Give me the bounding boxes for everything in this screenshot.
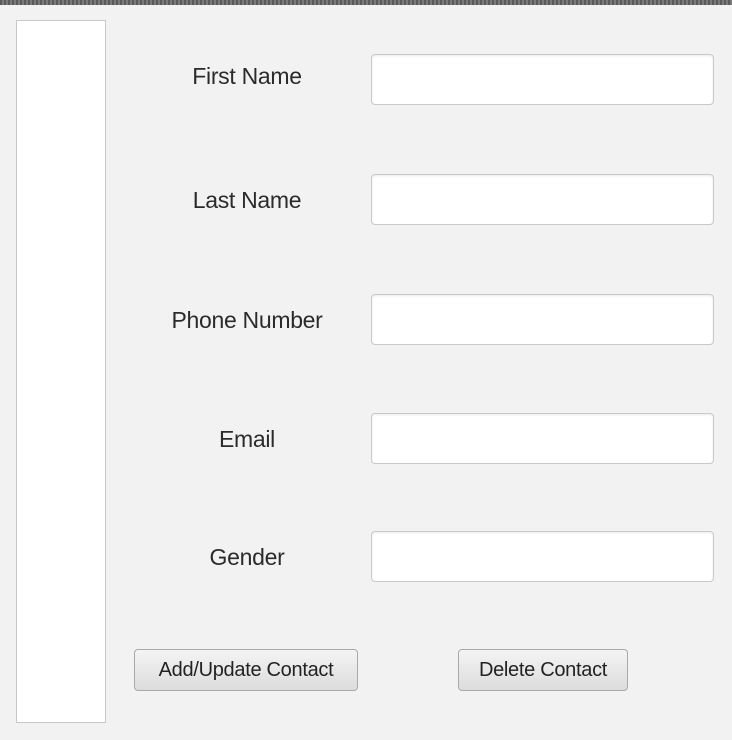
gender-label: Gender — [209, 544, 285, 570]
add-update-contact-button[interactable]: Add/Update Contact — [134, 649, 358, 691]
window-top-edge — [0, 0, 732, 5]
phone-number-input[interactable] — [371, 294, 714, 345]
gender-input[interactable] — [371, 531, 714, 582]
email-input[interactable] — [371, 413, 714, 464]
phone-number-label: Phone Number — [171, 307, 323, 333]
last-name-label: Last Name — [192, 187, 302, 213]
contact-list[interactable] — [16, 20, 106, 723]
email-label: Email — [218, 426, 275, 452]
delete-contact-button[interactable]: Delete Contact — [458, 649, 628, 691]
last-name-input[interactable] — [371, 174, 714, 225]
first-name-input[interactable] — [371, 54, 714, 105]
first-name-label: First Name — [192, 63, 302, 89]
